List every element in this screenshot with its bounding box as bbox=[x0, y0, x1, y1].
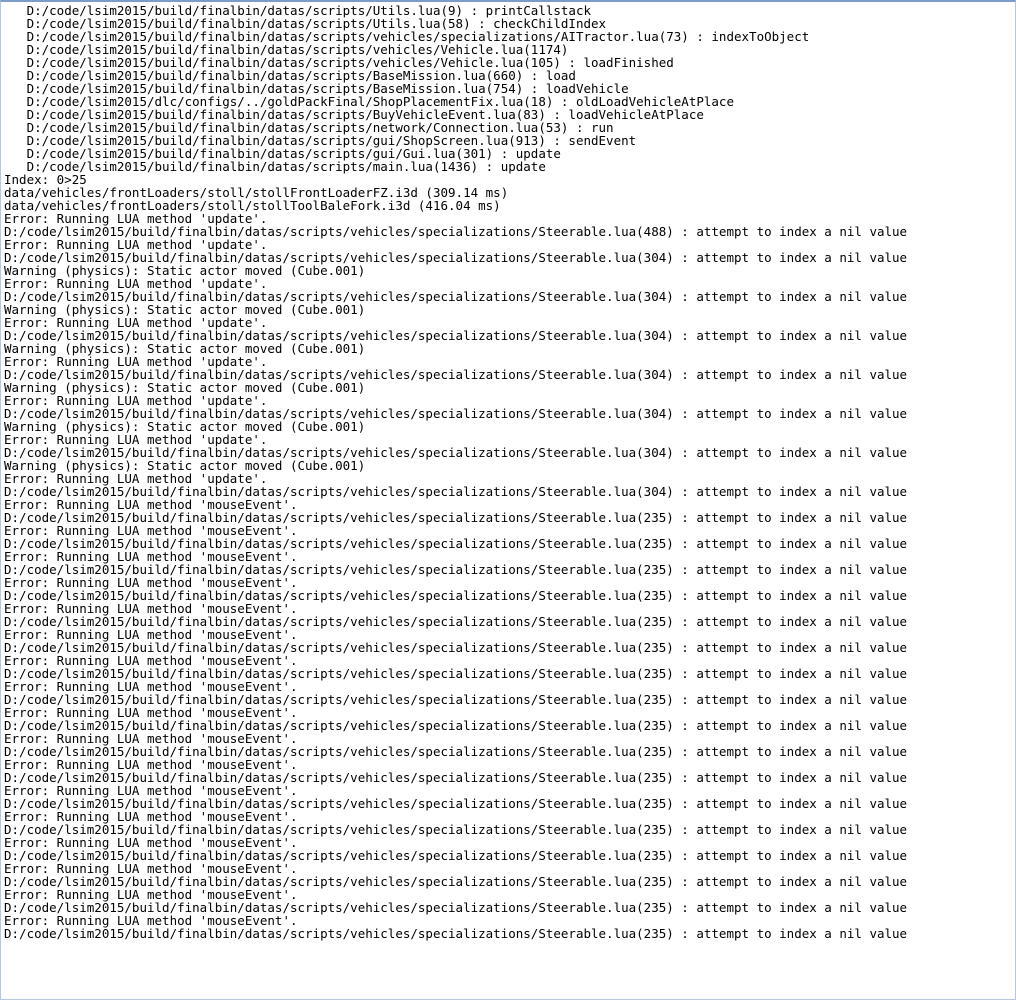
log-line: D:/code/lsim2015/build/finalbin/datas/sc… bbox=[4, 926, 908, 941]
console-log-window: D:/code/lsim2015/build/finalbin/datas/sc… bbox=[0, 0, 1016, 1000]
console-log-view[interactable]: D:/code/lsim2015/build/finalbin/datas/sc… bbox=[4, 4, 1013, 997]
log-line: D:/code/lsim2015/build/finalbin/datas/sc… bbox=[4, 159, 546, 174]
